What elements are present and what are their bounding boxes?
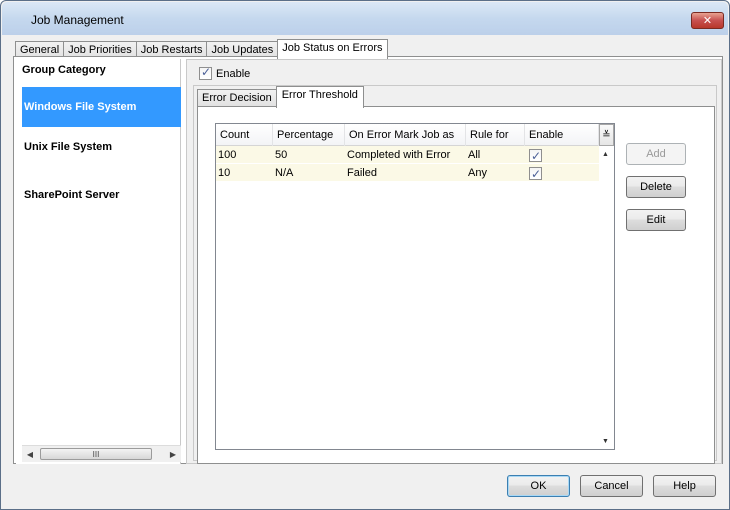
column-enable[interactable]: Enable	[525, 124, 599, 146]
tab-job-status-on-errors[interactable]: Job Status on Errors	[277, 39, 388, 59]
scroll-right-arrow-icon[interactable]: ▶	[167, 448, 179, 460]
column-count[interactable]: Count	[216, 124, 273, 146]
scroll-thumb-grip: III	[92, 449, 100, 459]
title-bar: Job Management ✕	[2, 2, 728, 35]
category-horizontal-scrollbar[interactable]: ◀ III ▶	[22, 445, 181, 462]
cell-rule-for: Any	[468, 167, 487, 179]
cell-count: 100	[218, 149, 237, 161]
row-enable-checkbox[interactable]	[529, 147, 542, 164]
dialog-body: General Job Priorities Job Restarts Job …	[7, 35, 724, 465]
column-percentage[interactable]: Percentage	[273, 124, 345, 146]
delete-button[interactable]: Delete	[626, 176, 686, 198]
cell-enable	[525, 164, 599, 182]
edit-button[interactable]: Edit	[626, 209, 686, 231]
tab-error-threshold[interactable]: Error Threshold	[275, 86, 364, 108]
add-button[interactable]: Add	[626, 143, 686, 165]
cell-mark-job-as: Failed	[347, 167, 377, 179]
category-unix-file-system[interactable]: Unix File System	[22, 127, 181, 167]
threshold-grid: Count Percentage On Error Mark Job as Ru…	[215, 123, 615, 450]
cell-mark-job-as: Completed with Error	[347, 149, 451, 161]
help-button[interactable]: Help	[653, 475, 716, 497]
cell-enable	[525, 146, 599, 164]
tab-error-decision[interactable]: Error Decision	[197, 89, 277, 107]
main-tabs: General Job Priorities Job Restarts Job …	[15, 39, 388, 59]
cell-rule-for: All	[468, 149, 481, 161]
window-title: Job Management	[31, 13, 124, 27]
group-category-panel: Group Category Windows File System Unix …	[16, 59, 181, 464]
grid-vertical-scrollbar[interactable]: ≚ ▲ ▼	[599, 124, 614, 449]
tab-panel: Group Category Windows File System Unix …	[13, 56, 723, 464]
enable-label: Enable	[216, 67, 251, 80]
category-sharepoint-server[interactable]: SharePoint Server	[22, 175, 181, 215]
settings-area: Enable Error Decision Error Threshold Co…	[186, 59, 722, 464]
grid-header: Count Percentage On Error Mark Job as Ru…	[216, 124, 599, 146]
cell-count: 10	[218, 167, 231, 179]
category-windows-file-system[interactable]: Windows File System	[22, 87, 181, 127]
cancel-button[interactable]: Cancel	[580, 475, 643, 497]
row-enable-checkbox[interactable]	[529, 165, 542, 182]
enable-checkbox[interactable]	[199, 65, 212, 80]
scroll-left-arrow-icon[interactable]: ◀	[24, 448, 36, 460]
cell-percentage: 50	[275, 149, 288, 161]
scroll-thumb[interactable]: III	[40, 448, 152, 460]
table-row[interactable]: 100 50 Completed with Error All	[216, 146, 599, 164]
close-button[interactable]: ✕	[691, 12, 724, 29]
column-mark-job-as[interactable]: On Error Mark Job as	[345, 124, 466, 146]
column-chooser-icon[interactable]: ≚	[599, 124, 614, 146]
cell-percentage: N/A	[275, 167, 294, 179]
ok-button[interactable]: OK	[507, 475, 570, 497]
scroll-up-arrow-icon[interactable]: ▲	[602, 151, 609, 158]
group-category-header: Group Category	[22, 64, 106, 76]
sub-tabs: Error Decision Error Threshold	[197, 86, 364, 108]
scroll-down-arrow-icon[interactable]: ▼	[602, 438, 609, 445]
job-management-window: Job Management ✕ General Job Priorities …	[0, 0, 730, 510]
column-rule-for[interactable]: Rule for	[466, 124, 525, 146]
enable-row: Enable	[199, 65, 251, 80]
grid-body: 100 50 Completed with Error All 10 N/	[216, 146, 599, 182]
error-threshold-panel: Count Percentage On Error Mark Job as Ru…	[197, 106, 715, 464]
table-row[interactable]: 10 N/A Failed Any	[216, 164, 599, 182]
